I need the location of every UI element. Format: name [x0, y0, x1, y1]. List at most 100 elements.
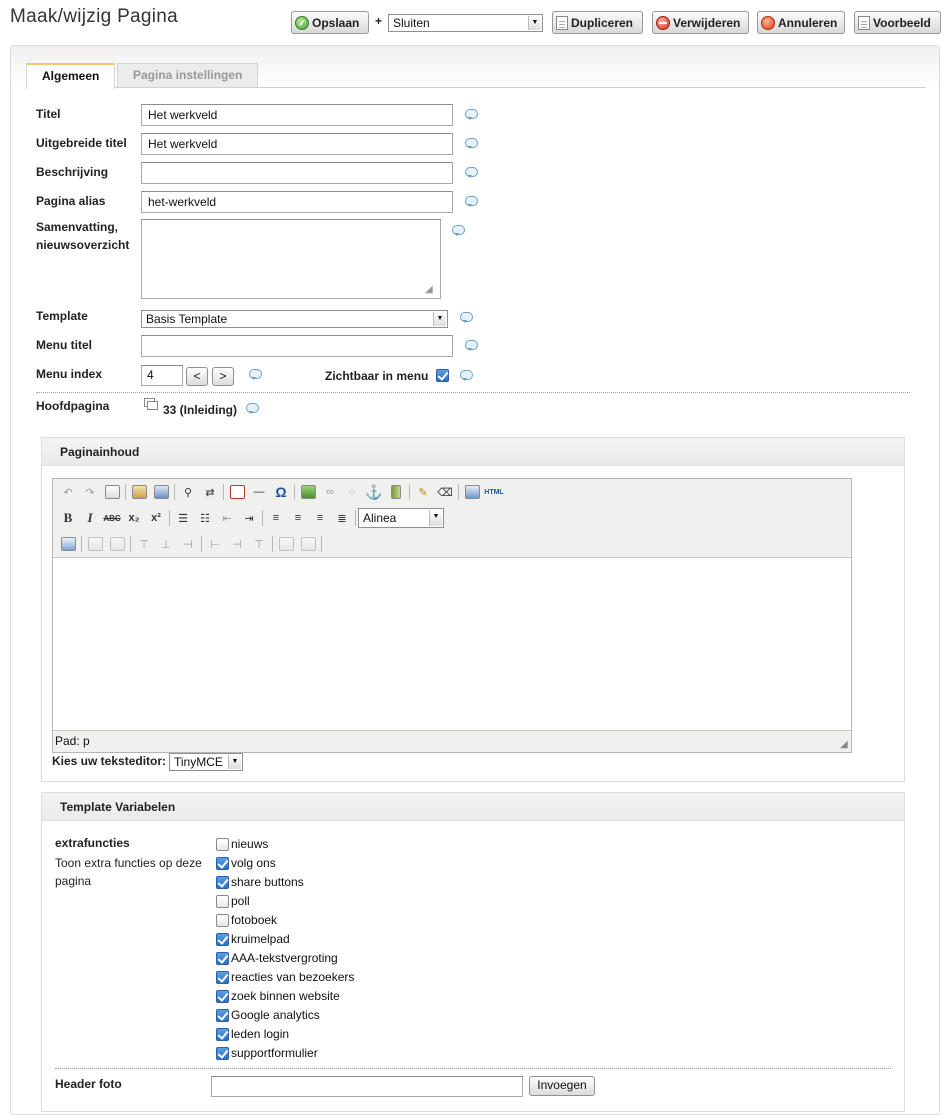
menuindex-input[interactable]: 4 — [141, 365, 183, 386]
insert-image-icon[interactable] — [297, 482, 319, 502]
omega-icon[interactable]: Ω — [270, 482, 292, 502]
extra-function-checkbox[interactable] — [216, 857, 229, 870]
help-icon[interactable] — [451, 225, 465, 236]
extra-function-checkbox[interactable] — [216, 838, 229, 851]
help-icon[interactable] — [248, 369, 262, 380]
help-icon[interactable] — [245, 403, 259, 414]
align-left-icon[interactable]: ≡ — [265, 508, 287, 528]
superscript-icon[interactable]: x² — [145, 508, 167, 528]
content-section-heading: Paginainhoud — [42, 438, 904, 466]
indent-icon[interactable]: ⇥ — [238, 508, 260, 528]
undo-icon[interactable]: ↶ — [57, 482, 79, 502]
delete-col-icon[interactable]: ⊤ — [248, 534, 270, 554]
italic-icon[interactable]: I — [79, 508, 101, 528]
html-icon[interactable]: HTML — [483, 482, 505, 502]
extra-function-checkbox[interactable] — [216, 971, 229, 984]
menuindex-next-button[interactable]: > — [212, 367, 234, 386]
cleanup-icon[interactable]: ✎ — [412, 482, 434, 502]
separator — [294, 484, 295, 500]
extra-function-checkbox[interactable] — [216, 990, 229, 1003]
merge-cells-icon[interactable] — [297, 534, 319, 554]
image-broken-icon[interactable] — [226, 482, 248, 502]
help-icon[interactable] — [459, 370, 473, 381]
link-icon[interactable]: ∞ — [319, 482, 341, 502]
summary-textarea[interactable] — [141, 219, 441, 299]
parent-value[interactable]: 33 (Inleiding) — [163, 403, 237, 417]
after-save-select[interactable]: Sluiten ▼ — [388, 14, 543, 32]
align-center-icon[interactable]: ≡ — [287, 508, 309, 528]
select-all-icon[interactable] — [101, 482, 123, 502]
tab-general[interactable]: Algemeen — [26, 63, 116, 89]
help-icon[interactable] — [464, 196, 478, 207]
cell-props-icon[interactable] — [106, 534, 128, 554]
extra-function-checkbox[interactable] — [216, 1028, 229, 1041]
preview-button[interactable]: Voorbeeld — [854, 11, 941, 34]
editor-choice-select[interactable]: TinyMCE ▼ — [169, 753, 243, 771]
unlink-icon[interactable]: ⁘ — [341, 482, 363, 502]
anchor-icon[interactable]: ⚓ — [363, 482, 385, 502]
insert-row-after-icon[interactable]: ⊥ — [155, 534, 177, 554]
outdent-icon[interactable]: ⇤ — [216, 508, 238, 528]
extra-function-label: poll — [231, 894, 250, 908]
folder-icon[interactable] — [144, 398, 159, 411]
extra-function-label: volg ons — [231, 856, 276, 870]
extra-function-checkbox[interactable] — [216, 1047, 229, 1060]
redo-icon[interactable]: ↷ — [79, 482, 101, 502]
menutitle-input[interactable] — [141, 335, 453, 357]
visible-in-menu-checkbox[interactable] — [436, 369, 449, 382]
menuindex-prev-button[interactable]: < — [186, 367, 208, 386]
editor-content-area[interactable] — [53, 557, 851, 731]
align-right-icon[interactable]: ≡ — [309, 508, 331, 528]
numbered-list-icon[interactable]: ☷ — [194, 508, 216, 528]
bold-icon[interactable]: B — [57, 508, 79, 528]
horizontal-rule-icon[interactable]: — — [248, 482, 270, 502]
split-cells-icon[interactable] — [275, 534, 297, 554]
eraser-icon[interactable]: ⌫ — [434, 482, 456, 502]
media-icon[interactable] — [385, 482, 407, 502]
description-input[interactable] — [141, 162, 453, 184]
editor-resize-grip-icon[interactable]: ◢ — [840, 739, 848, 750]
header-photo-input[interactable] — [211, 1076, 523, 1097]
find-icon[interactable]: ⚲ — [177, 482, 199, 502]
insert-col-before-icon[interactable]: ⊢ — [204, 534, 226, 554]
tab-page-settings[interactable]: Pagina instellingen — [117, 63, 259, 88]
extra-function-checkbox[interactable] — [216, 1009, 229, 1022]
extra-function-checkbox[interactable] — [216, 876, 229, 889]
duplicate-button[interactable]: Dupliceren — [552, 11, 643, 34]
longtitle-input[interactable]: Het werkveld — [141, 133, 453, 155]
extra-function-checkbox[interactable] — [216, 933, 229, 946]
insert-row-before-icon[interactable]: ⊤ — [133, 534, 155, 554]
fullscreen-icon[interactable] — [461, 482, 483, 502]
help-icon[interactable] — [464, 138, 478, 149]
insert-col-after-icon[interactable]: ⊣ — [226, 534, 248, 554]
help-icon[interactable] — [459, 312, 473, 323]
delete-button[interactable]: Verwijderen — [652, 11, 749, 34]
align-justify-icon[interactable]: ≣ — [331, 508, 353, 528]
bullet-list-icon[interactable]: ☰ — [172, 508, 194, 528]
title-label: Titel — [36, 107, 61, 121]
insert-button[interactable]: Invoegen — [529, 1076, 595, 1096]
alias-input[interactable]: het-werkveld — [141, 191, 453, 213]
extra-function-checkbox[interactable] — [216, 914, 229, 927]
extra-function-label: AAA-tekstvergroting — [231, 951, 338, 965]
title-input[interactable]: Het werkveld — [141, 104, 453, 126]
save-button[interactable]: ✓ Opslaan — [291, 11, 369, 34]
replace-icon[interactable]: ⇄ — [199, 482, 221, 502]
help-icon[interactable] — [464, 109, 478, 120]
help-icon[interactable] — [464, 340, 478, 351]
subscript-icon[interactable]: x₂ — [123, 508, 145, 528]
row-props-icon[interactable] — [84, 534, 106, 554]
resize-grip-icon[interactable]: ◢ — [425, 284, 433, 295]
cancel-button[interactable]: Annuleren — [757, 11, 845, 34]
extra-function-checkbox[interactable] — [216, 895, 229, 908]
template-select[interactable]: Basis Template ▼ — [141, 310, 448, 328]
paste-icon[interactable] — [128, 482, 150, 502]
format-select[interactable]: Alinea ▼ — [358, 508, 444, 528]
paste-word-icon[interactable] — [150, 482, 172, 502]
table-icon[interactable] — [57, 534, 79, 554]
help-icon[interactable] — [464, 167, 478, 178]
menuindex-label: Menu index — [36, 367, 103, 381]
strikethrough-icon[interactable]: ABC — [101, 508, 123, 528]
extra-function-checkbox[interactable] — [216, 952, 229, 965]
delete-row-icon[interactable]: ⊣ — [177, 534, 199, 554]
